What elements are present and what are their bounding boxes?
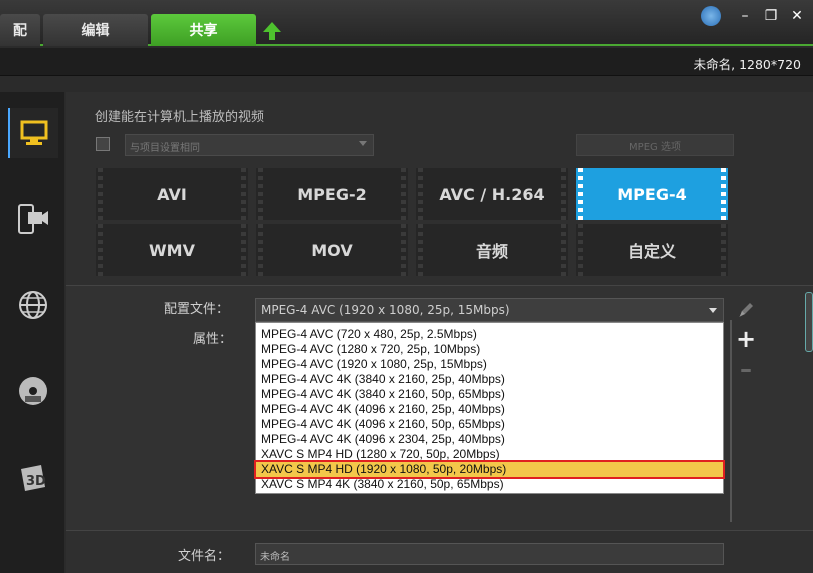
minimize-icon[interactable]: –: [737, 8, 753, 24]
properties-divider: [730, 320, 732, 522]
preset-select-value: 与项目设置相同: [130, 143, 200, 154]
profile-option[interactable]: MPEG-4 AVC (1280 x 720, 25p, 10Mbps): [256, 342, 723, 357]
mobile-device-icon: [18, 204, 48, 234]
same-as-project-checkbox[interactable]: [96, 137, 110, 151]
profile-option[interactable]: MPEG-4 AVC 4K (4096 x 2160, 50p, 65Mbps): [256, 417, 723, 432]
3d-icon: 3D: [21, 465, 46, 491]
section-title: 创建能在计算机上播放的视频: [95, 110, 265, 125]
svg-text:3D: 3D: [26, 474, 46, 489]
filename-input[interactable]: 未命名: [255, 543, 724, 565]
profile-option[interactable]: MPEG-4 AVC (720 x 480, 25p, 2.5Mbps): [256, 327, 723, 342]
globe-icon: [19, 291, 47, 319]
help-icon[interactable]: [701, 6, 721, 26]
tab-share[interactable]: 共享: [151, 14, 256, 46]
profile-option[interactable]: XAVC S MP4 4K (3840 x 2160, 50p, 65Mbps): [256, 477, 723, 492]
info-bar: 未命名, 1280*720: [0, 48, 813, 76]
filename-label: 文件名：: [178, 549, 231, 564]
dvd-disc-icon: [19, 377, 47, 405]
tab-edit[interactable]: 编辑: [43, 14, 148, 46]
filename-section: 文件名： 未命名: [66, 530, 813, 573]
format-section: 创建能在计算机上播放的视频 与项目设置相同 MPEG 选项 AVI MPEG-2…: [66, 92, 813, 286]
profile-select-value: MPEG-4 AVC (1920 x 1080, 25p, 15Mbps): [261, 303, 510, 317]
format-avc-h264-button[interactable]: AVC / H.264: [416, 168, 568, 220]
main-panel: 创建能在计算机上播放的视频 与项目设置相同 MPEG 选项 AVI MPEG-2…: [66, 92, 813, 573]
profile-option[interactable]: MPEG-4 AVC 4K (3840 x 2160, 25p, 40Mbps): [256, 372, 723, 387]
sidebar-item-disc[interactable]: [8, 366, 58, 416]
format-custom-button[interactable]: 自定义: [576, 224, 728, 276]
profile-option[interactable]: MPEG-4 AVC (1920 x 1080, 25p, 15Mbps): [256, 357, 723, 372]
profile-dropdown-list: MPEG-4 AVC (720 x 480, 25p, 2.5Mbps) MPE…: [254, 322, 725, 494]
profile-select[interactable]: MPEG-4 AVC (1920 x 1080, 25p, 15Mbps): [255, 298, 724, 322]
chevron-down-icon: [709, 308, 717, 313]
add-profile-icon[interactable]: +: [736, 327, 756, 351]
share-sidebar: 3D: [0, 92, 64, 573]
profile-option[interactable]: MPEG-4 AVC 4K (4096 x 2160, 25p, 40Mbps): [256, 402, 723, 417]
profile-option[interactable]: MPEG-4 AVC 4K (4096 x 2304, 25p, 40Mbps): [256, 432, 723, 447]
format-mpeg4-button[interactable]: MPEG-4: [576, 168, 728, 220]
chevron-down-icon: [359, 141, 367, 146]
sidebar-item-web[interactable]: [8, 280, 58, 330]
format-avi-button[interactable]: AVI: [96, 168, 248, 220]
sidebar-item-computer[interactable]: [8, 108, 58, 158]
monitor-icon: [20, 120, 48, 145]
top-bar: 配 编辑 共享 – ❐ ✕: [0, 0, 813, 46]
format-audio-button[interactable]: 音频: [416, 224, 568, 276]
close-icon[interactable]: ✕: [789, 8, 805, 24]
format-mpeg2-button[interactable]: MPEG-2: [256, 168, 408, 220]
mpeg-options-button[interactable]: MPEG 选项: [576, 134, 734, 156]
panel-resize-handle[interactable]: [805, 292, 813, 352]
profile-option-highlighted[interactable]: XAVC S MP4 HD (1920 x 1080, 50p, 20Mbps): [254, 460, 725, 479]
restore-icon[interactable]: ❐: [763, 8, 779, 24]
pencil-edit-icon[interactable]: [736, 300, 756, 320]
window-controls: – ❐ ✕: [701, 6, 805, 26]
remove-profile-icon[interactable]: –: [736, 357, 756, 381]
project-info: 未命名, 1280*720: [693, 57, 801, 72]
upload-arrow-icon[interactable]: [262, 20, 282, 42]
profile-option[interactable]: XAVC S MP4 HD (1280 x 720, 50p, 20Mbps): [256, 447, 723, 462]
format-wmv-button[interactable]: WMV: [96, 224, 248, 276]
preset-select[interactable]: 与项目设置相同: [125, 134, 374, 156]
tab-previous[interactable]: 配: [0, 14, 40, 46]
format-mov-button[interactable]: MOV: [256, 224, 408, 276]
sidebar-item-device[interactable]: [8, 194, 58, 244]
sidebar-item-3d[interactable]: 3D: [8, 452, 58, 502]
profile-label: 配置文件：: [164, 302, 230, 317]
properties-label: 属性：: [193, 332, 233, 347]
profile-option[interactable]: MPEG-4 AVC 4K (3840 x 2160, 50p, 65Mbps): [256, 387, 723, 402]
